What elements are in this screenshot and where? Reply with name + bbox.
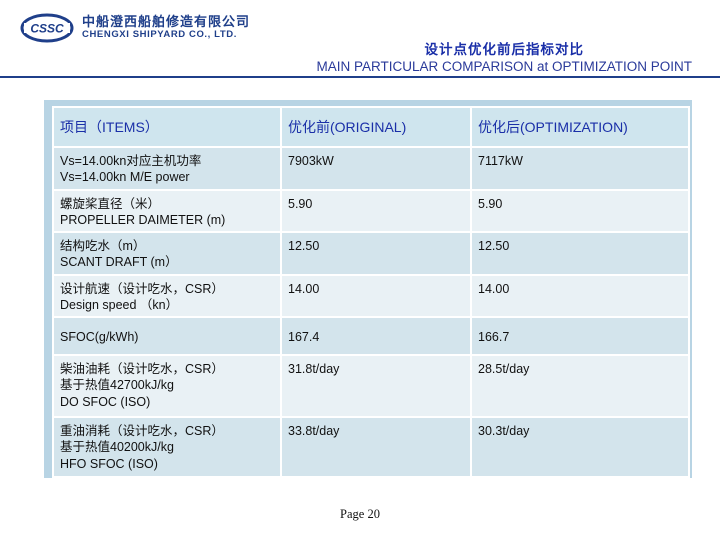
- cell-item: SFOC(g/kWh): [52, 316, 282, 356]
- cell-optimization: 7117kW: [470, 146, 690, 191]
- table-header-row: 项目（ITEMS） 优化前(ORIGINAL) 优化后(OPTIMIZATION…: [52, 106, 690, 148]
- title-divider: [0, 76, 720, 78]
- company-name-en: CHENGXI SHIPYARD CO., LTD.: [82, 29, 237, 40]
- cell-optimization: 14.00: [470, 273, 690, 318]
- table-row: SFOC(g/kWh) 167.4 166.7: [52, 316, 690, 356]
- logo-mark-text: CSSC: [30, 22, 64, 36]
- table-row: Vs=14.00kn对应主机功率 Vs=14.00kn M/E power 79…: [52, 146, 690, 191]
- title-cn: 设计点优化前后指标对比: [424, 42, 584, 57]
- header-original: 优化前(ORIGINAL): [280, 106, 472, 148]
- cell-original: 5.90: [280, 188, 472, 233]
- comparison-table: 项目（ITEMS） 优化前(ORIGINAL) 优化后(OPTIMIZATION…: [52, 106, 690, 478]
- table-row: 结构吃水（m） SCANT DRAFT (m） 12.50 12.50: [52, 231, 690, 276]
- cell-original: 33.8t/day: [280, 416, 472, 478]
- table-row: 重油消耗（设计吃水，CSR） 基于热值40200kJ/kg HFO SFOC (…: [52, 416, 690, 478]
- cell-item: 结构吃水（m） SCANT DRAFT (m）: [52, 231, 282, 276]
- cell-optimization: 12.50: [470, 231, 690, 276]
- cell-item: Vs=14.00kn对应主机功率 Vs=14.00kn M/E power: [52, 146, 282, 191]
- header-items: 项目（ITEMS）: [52, 106, 282, 148]
- comparison-table-frame: 项目（ITEMS） 优化前(ORIGINAL) 优化后(OPTIMIZATION…: [44, 100, 692, 478]
- page-number: Page 20: [340, 507, 380, 521]
- cell-original: 31.8t/day: [280, 354, 472, 418]
- cell-optimization: 30.3t/day: [470, 416, 690, 478]
- cell-original: 167.4: [280, 316, 472, 356]
- company-logo: CSSC 中船澄西船舶修造有限公司 CHENGXI SHIPYARD CO., …: [20, 12, 250, 44]
- cell-original: 7903kW: [280, 146, 472, 191]
- cell-original: 12.50: [280, 231, 472, 276]
- cell-optimization: 5.90: [470, 188, 690, 233]
- table-row: 柴油油耗（设计吃水，CSR） 基于热值42700kJ/kg DO SFOC (I…: [52, 354, 690, 418]
- company-name-cn: 中船澄西船舶修造有限公司: [82, 14, 251, 30]
- cell-original: 14.00: [280, 273, 472, 318]
- header-optimization: 优化后(OPTIMIZATION): [470, 106, 690, 148]
- cell-item: 重油消耗（设计吃水，CSR） 基于热值40200kJ/kg HFO SFOC (…: [52, 416, 282, 478]
- cell-item: 螺旋桨直径（米） PROPELLER DAIMETER (m): [52, 188, 282, 233]
- cell-optimization: 166.7: [470, 316, 690, 356]
- cell-optimization: 28.5t/day: [470, 354, 690, 418]
- table-row: 螺旋桨直径（米） PROPELLER DAIMETER (m) 5.90 5.9…: [52, 188, 690, 233]
- cell-item: 柴油油耗（设计吃水，CSR） 基于热值42700kJ/kg DO SFOC (I…: [52, 354, 282, 418]
- cell-item: 设计航速（设计吃水，CSR） Design speed （kn）: [52, 273, 282, 318]
- table-row: 设计航速（设计吃水，CSR） Design speed （kn） 14.00 1…: [52, 273, 690, 318]
- slide-title: 设计点优化前后指标对比 MAIN PARTICULAR COMPARISON a…: [316, 38, 692, 74]
- title-en: MAIN PARTICULAR COMPARISON at OPTIMIZATI…: [316, 59, 692, 74]
- cssc-logo-icon: CSSC: [20, 13, 74, 43]
